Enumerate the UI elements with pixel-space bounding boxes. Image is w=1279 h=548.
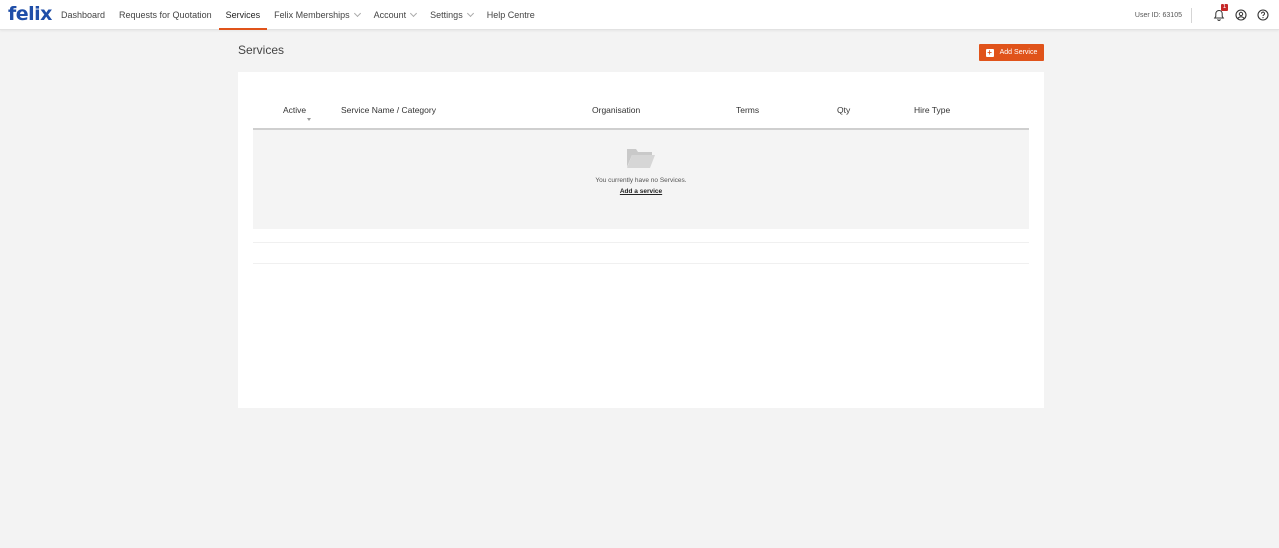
nav-item-label: Felix Memberships	[274, 10, 350, 20]
chevron-down-icon	[466, 9, 474, 18]
user-circle-icon[interactable]	[1234, 9, 1247, 22]
column-header-service-name[interactable]: Service Name / Category	[341, 105, 436, 115]
column-header-qty[interactable]: Qty	[837, 105, 850, 115]
nav-item-label: Settings	[430, 10, 463, 20]
nav-item-label: Requests for Quotation	[119, 10, 212, 20]
felix-logo[interactable]: felix	[8, 3, 52, 25]
bell-icon[interactable]: 1	[1212, 3, 1228, 22]
help-circle-icon[interactable]	[1256, 9, 1269, 22]
chevron-down-icon	[410, 9, 418, 18]
column-header-terms[interactable]: Terms	[736, 105, 759, 115]
add-service-button[interactable]: + Add Service	[979, 44, 1044, 61]
services-panel: Active Service Name / Category Organisat…	[238, 72, 1044, 408]
user-id-label: User ID: 63105	[1134, 11, 1182, 19]
plus-icon: +	[985, 47, 994, 57]
divider	[253, 263, 1029, 264]
add-service-link[interactable]: Add a service	[620, 188, 662, 195]
divider	[1191, 7, 1192, 23]
nav-item-felix-memberships[interactable]: Felix Memberships	[267, 0, 367, 30]
column-header-active[interactable]: Active	[283, 105, 306, 115]
nav-item-services[interactable]: Services	[218, 0, 268, 30]
page-title: Services	[238, 43, 285, 57]
column-header-organisation[interactable]: Organisation	[592, 105, 640, 115]
folder-open-icon	[627, 149, 655, 168]
notification-badge: 1	[1221, 3, 1228, 11]
nav-item-label: Services	[225, 10, 261, 20]
nav-item-dashboard[interactable]: Dashboard	[54, 0, 112, 30]
divider	[253, 242, 1029, 243]
nav-item-settings[interactable]: Settings	[423, 0, 480, 30]
empty-message: You currently have no Services.	[595, 177, 687, 184]
nav-item-label: Help Centre	[486, 10, 535, 20]
table-header: Active Service Name / Category Organisat…	[253, 72, 1029, 130]
nav-item-label: Dashboard	[61, 10, 106, 20]
empty-state: You currently have no Services. Add a se…	[253, 130, 1029, 229]
nav-item-label: Account	[373, 10, 407, 20]
top-navigation-bar: felix Dashboard Requests for Quotation S…	[0, 0, 1279, 30]
main-nav: Dashboard Requests for Quotation Service…	[54, 0, 542, 30]
column-header-hire-type[interactable]: Hire Type	[914, 105, 950, 115]
nav-item-account[interactable]: Account	[367, 0, 424, 30]
chevron-down-icon	[353, 9, 361, 18]
add-service-label: Add Service	[999, 49, 1038, 56]
nav-item-help-centre[interactable]: Help Centre	[480, 0, 542, 30]
sort-down-icon[interactable]	[307, 118, 311, 121]
nav-item-requests-for-quotation[interactable]: Requests for Quotation	[112, 0, 219, 30]
header-tools: User ID: 63105 1	[1135, 0, 1269, 30]
